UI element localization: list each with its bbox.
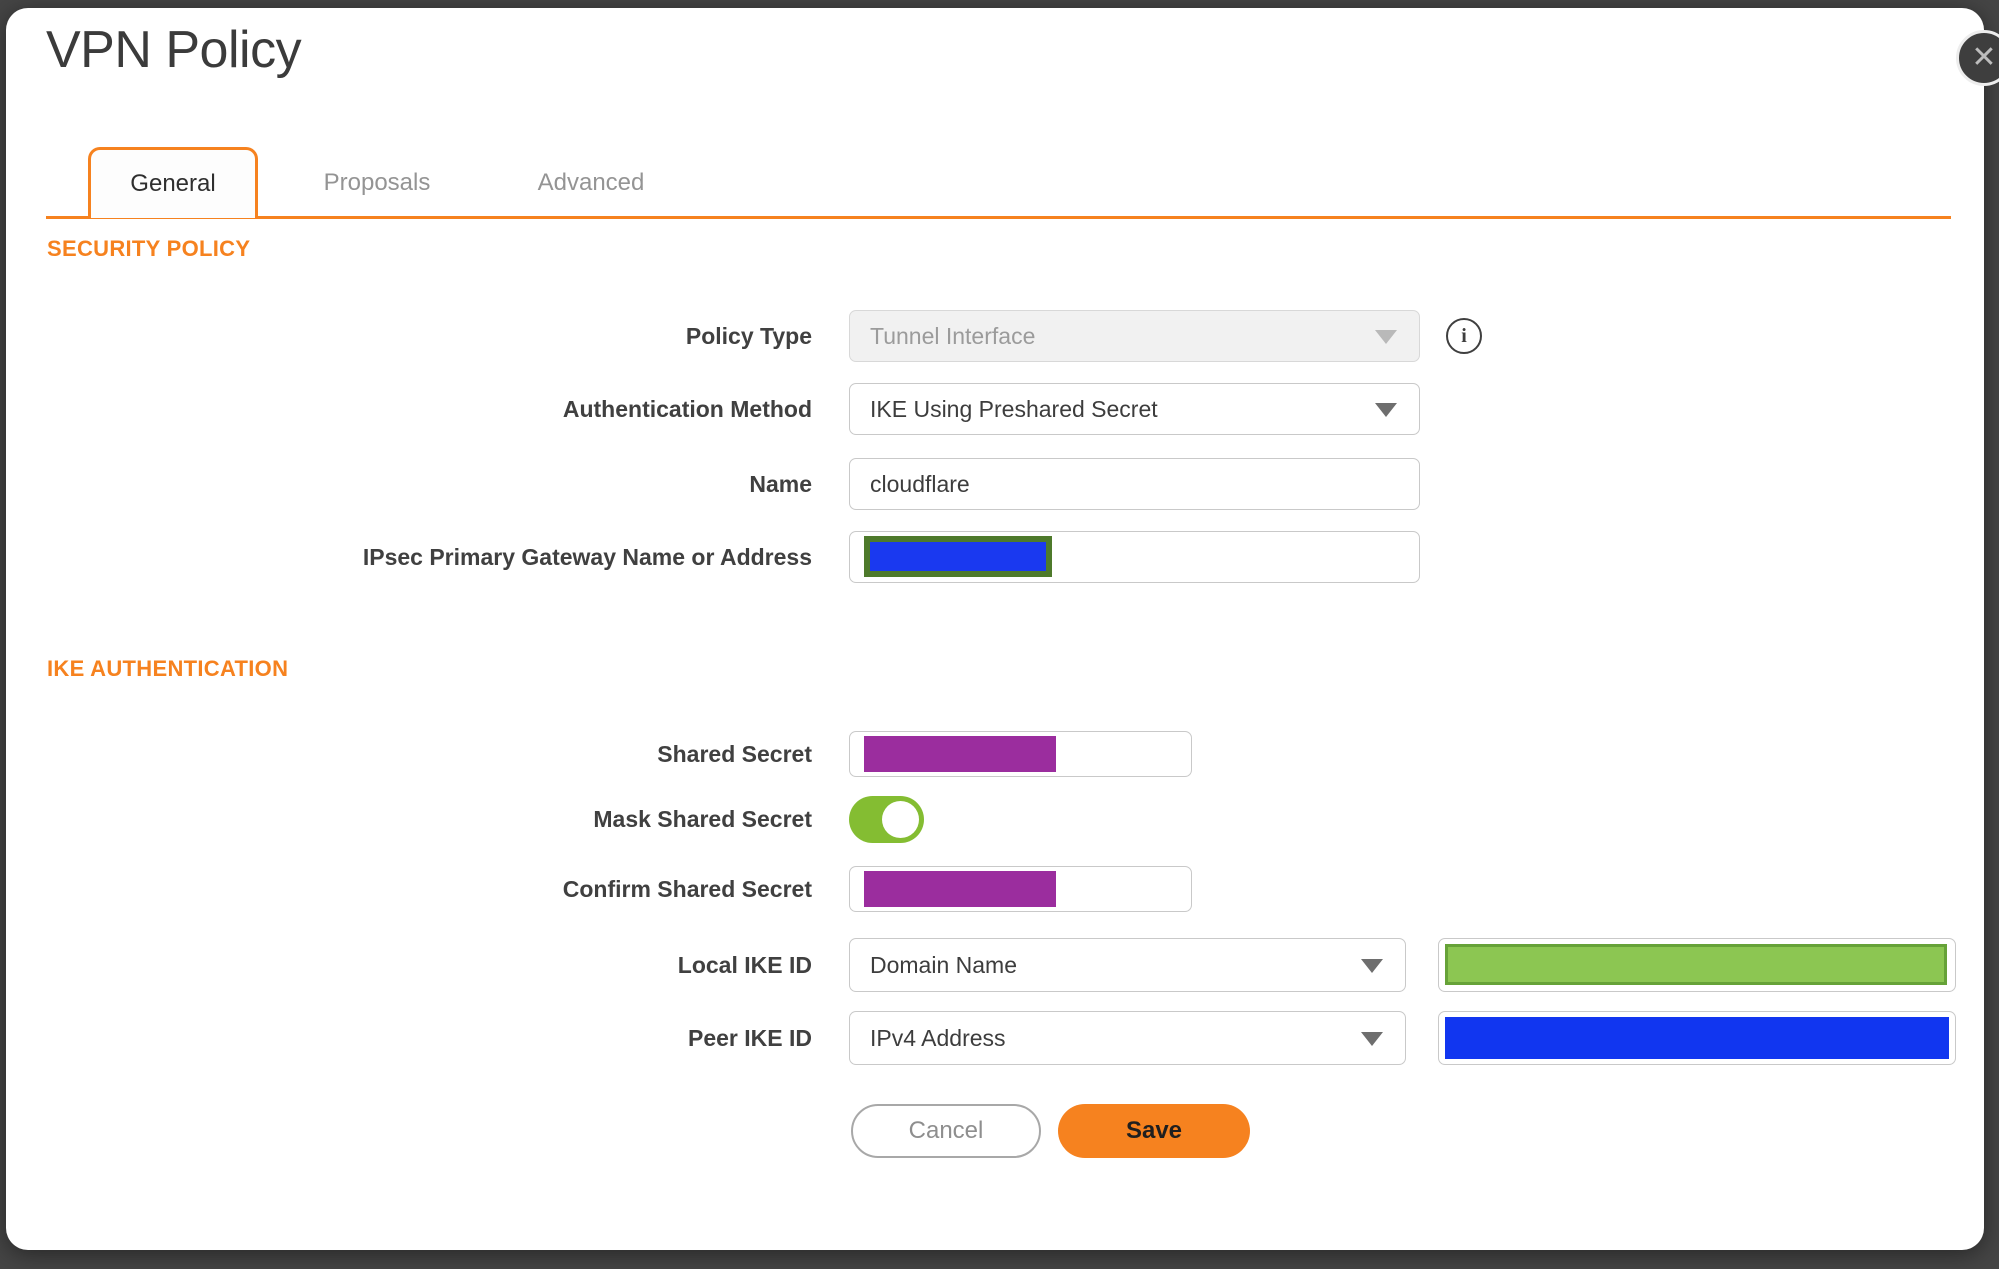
authentication-method-select[interactable]: IKE Using Preshared Secret: [849, 383, 1420, 435]
name-value: cloudflare: [870, 470, 970, 497]
local-ike-id-type-select[interactable]: Domain Name: [849, 938, 1406, 992]
row-authentication-method: Authentication Method IKE Using Preshare…: [46, 383, 1420, 435]
authentication-method-label: Authentication Method: [562, 395, 812, 422]
local-ike-id-redaction-block: [1445, 944, 1947, 985]
policy-type-value: Tunnel Interface: [870, 322, 1036, 349]
vpn-policy-dialog: VPN Policy General Proposals Advanced SE…: [6, 8, 1984, 1250]
chevron-down-icon: [1375, 403, 1397, 417]
tab-general[interactable]: General: [88, 147, 258, 218]
save-button[interactable]: Save: [1058, 1104, 1250, 1158]
tab-advanced[interactable]: Advanced: [521, 160, 661, 206]
name-label: Name: [749, 470, 812, 497]
row-gateway: IPsec Primary Gateway Name or Address: [46, 531, 1420, 583]
tab-proposals-label: Proposals: [323, 169, 431, 196]
confirm-shared-secret-redaction-block: [864, 871, 1056, 907]
mask-shared-secret-label: Mask Shared Secret: [593, 806, 812, 832]
row-confirm-shared-secret: Confirm Shared Secret: [46, 866, 1192, 912]
gateway-label: IPsec Primary Gateway Name or Address: [362, 543, 812, 570]
dialog-title: VPN Policy: [46, 21, 302, 79]
peer-ike-id-value-input[interactable]: [1438, 1011, 1956, 1065]
peer-ike-id-type-select[interactable]: IPv4 Address: [849, 1011, 1406, 1065]
chevron-down-icon: [1375, 330, 1397, 344]
tab-advanced-label: Advanced: [537, 169, 645, 196]
row-policy-type: Policy Type Tunnel Interface i: [46, 310, 1482, 362]
mask-shared-secret-toggle[interactable]: [849, 796, 924, 843]
tabbar-underline: [46, 216, 1951, 219]
peer-ike-id-type-value: IPv4 Address: [870, 1024, 1006, 1051]
row-shared-secret: Shared Secret: [46, 731, 1192, 777]
gateway-redaction-block: [864, 536, 1052, 577]
chevron-down-icon: [1361, 1032, 1383, 1046]
row-name: Name cloudflare: [46, 458, 1420, 510]
toggle-knob: [882, 801, 919, 838]
authentication-method-value: IKE Using Preshared Secret: [870, 395, 1158, 422]
row-local-ike-id: Local IKE ID Domain Name: [46, 938, 1956, 992]
row-mask-shared-secret: Mask Shared Secret: [46, 796, 924, 843]
gateway-input[interactable]: [849, 531, 1420, 583]
page-backdrop: VPN Policy General Proposals Advanced SE…: [0, 0, 1999, 1269]
shared-secret-redaction-block: [864, 736, 1056, 772]
row-peer-ike-id: Peer IKE ID IPv4 Address: [46, 1011, 1956, 1065]
local-ike-id-type-value: Domain Name: [870, 951, 1017, 978]
confirm-shared-secret-input[interactable]: [849, 866, 1192, 912]
peer-ike-id-redaction-block: [1445, 1017, 1949, 1059]
policy-type-select: Tunnel Interface: [849, 310, 1420, 362]
cancel-button[interactable]: Cancel: [851, 1104, 1041, 1158]
tab-proposals[interactable]: Proposals: [302, 160, 452, 206]
peer-ike-id-label: Peer IKE ID: [688, 1024, 812, 1051]
local-ike-id-value-input[interactable]: [1438, 938, 1956, 992]
info-icon[interactable]: i: [1446, 318, 1482, 354]
tab-general-label: General: [130, 170, 216, 197]
policy-type-label: Policy Type: [685, 322, 812, 349]
section-heading-security-policy: SECURITY POLICY: [47, 236, 251, 261]
confirm-shared-secret-label: Confirm Shared Secret: [562, 875, 812, 902]
section-heading-ike-authentication: IKE AUTHENTICATION: [47, 656, 289, 681]
name-input[interactable]: cloudflare: [849, 458, 1420, 510]
chevron-down-icon: [1361, 959, 1383, 973]
shared-secret-input[interactable]: [849, 731, 1192, 777]
local-ike-id-label: Local IKE ID: [677, 951, 812, 978]
shared-secret-label: Shared Secret: [657, 740, 812, 767]
